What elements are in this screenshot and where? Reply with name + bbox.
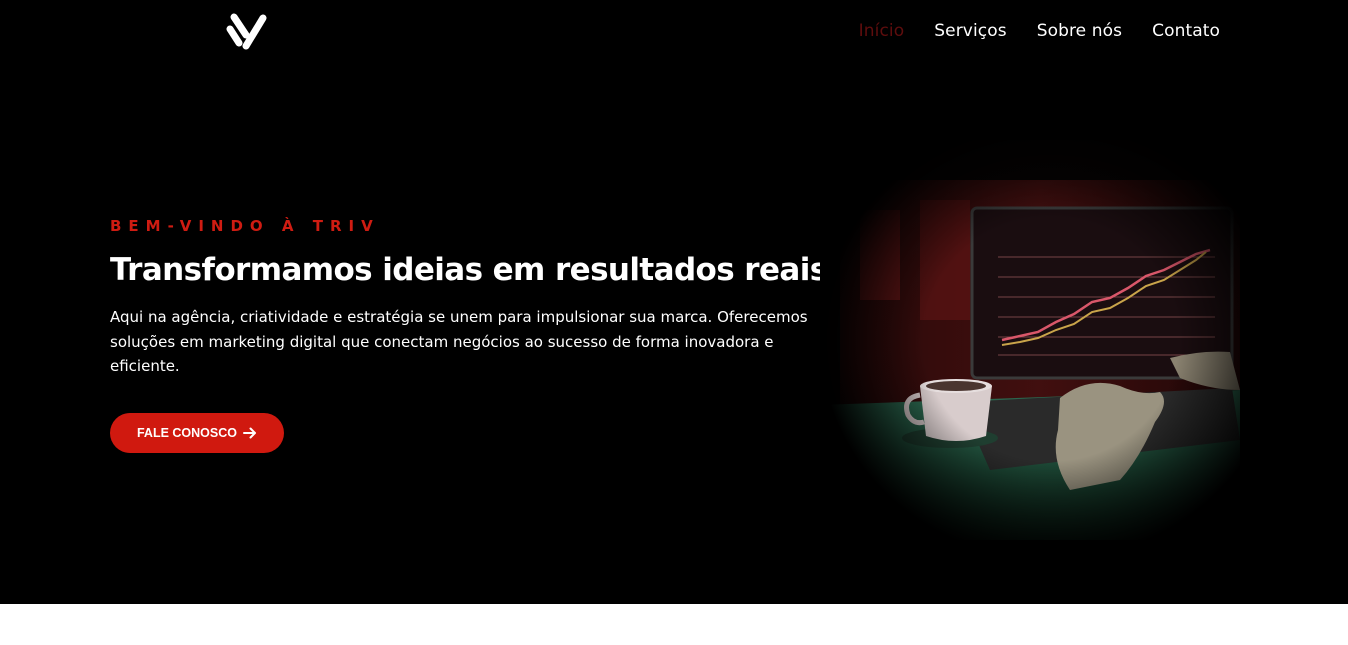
nav-item-servicos[interactable]: Serviços xyxy=(934,20,1006,42)
nav-item-sobre-nos[interactable]: Sobre nós xyxy=(1037,20,1122,42)
hero-description: Aqui na agência, criatividade e estratég… xyxy=(110,308,808,375)
arrow-right-icon xyxy=(243,427,256,439)
triv-logo-icon[interactable] xyxy=(226,13,268,51)
nav-item-inicio[interactable]: Início xyxy=(859,20,905,42)
hero-title: Transformamos ideias em resultados reais… xyxy=(110,252,839,288)
nav-item-contato[interactable]: Contato xyxy=(1152,20,1220,42)
hero-section: Início Serviços Sobre nós Contato BEM-VI… xyxy=(0,0,1348,604)
laptop-growth-chart-photo xyxy=(820,140,1240,540)
fale-conosco-button[interactable]: FALE CONOSCO xyxy=(110,413,284,453)
hero-eyebrow: BEM-VINDO À TRIV xyxy=(110,217,380,235)
main-nav: Início Serviços Sobre nós Contato xyxy=(859,20,1220,42)
cta-label: FALE CONOSCO xyxy=(136,426,237,440)
